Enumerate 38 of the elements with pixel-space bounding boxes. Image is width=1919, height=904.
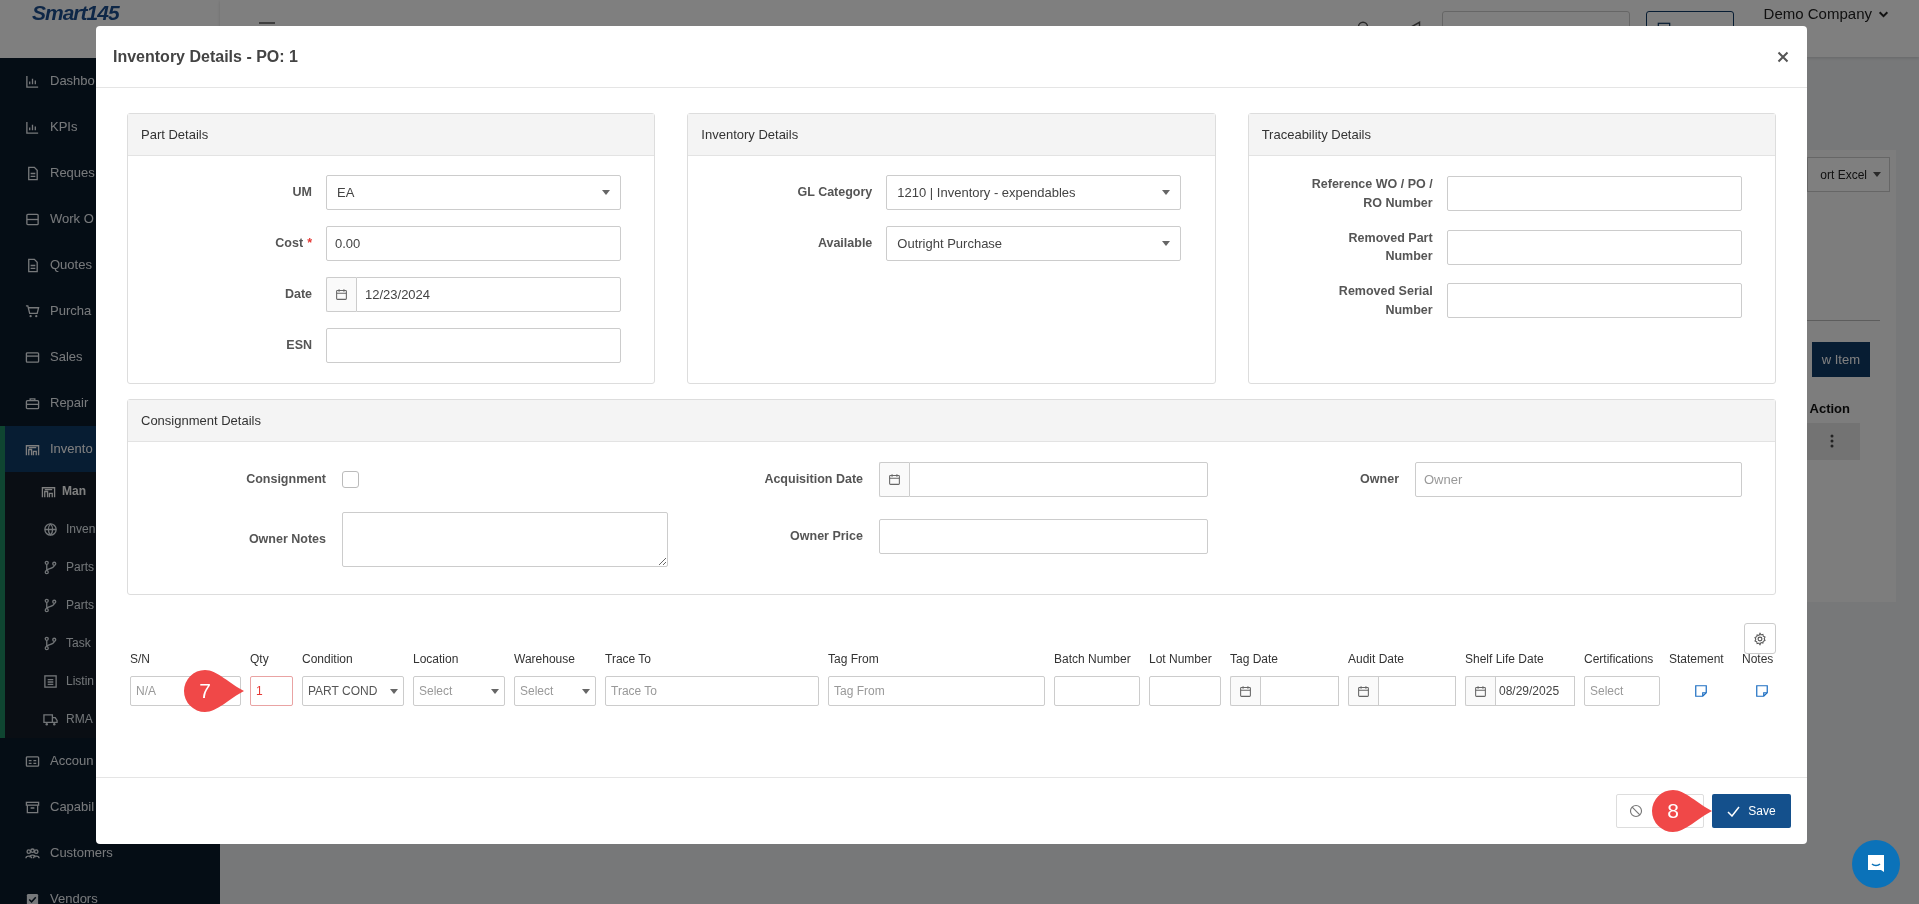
column-header: Audit Date xyxy=(1348,651,1406,668)
column-header: Warehouse xyxy=(514,651,576,668)
panel-header: Traceability Details xyxy=(1248,114,1775,156)
field-label: Reference WO / PO / RO Number xyxy=(1310,176,1433,212)
callout-badge: 8 xyxy=(1650,788,1714,834)
required-mark: * xyxy=(307,235,312,253)
panel-header: Part Details xyxy=(128,114,655,156)
field-label: Available xyxy=(817,235,873,253)
callout-badge: 7 xyxy=(182,668,246,714)
column-header: Notes xyxy=(1742,651,1775,668)
field-label: Consignment xyxy=(246,470,326,488)
panel-header: Inventory Details xyxy=(688,114,1215,156)
column-header: Shelf Life Date xyxy=(1465,651,1545,668)
column-header: Action xyxy=(1809,400,1850,418)
field-label: Removed Serial Number xyxy=(1337,283,1433,319)
field-label: Cost xyxy=(275,235,304,253)
column-header: Location xyxy=(413,651,460,668)
field-label: Owner Notes xyxy=(248,531,326,549)
field-label: Acquisition Date xyxy=(764,471,863,489)
field-label: Date xyxy=(284,286,312,304)
field-label: GL Category xyxy=(797,184,873,202)
field-label: ESN xyxy=(286,337,312,355)
column-header: Tag Date xyxy=(1230,651,1280,668)
field-label: Owner Price xyxy=(790,528,863,546)
column-header: Trace To xyxy=(605,651,653,668)
column-header: Certifications xyxy=(1584,651,1655,668)
panel-header: Consignment Details xyxy=(128,400,1775,442)
field-label: Removed Part Number xyxy=(1347,229,1433,266)
field-label: UM xyxy=(292,184,312,202)
field-label: Owner xyxy=(1360,471,1399,489)
column-header: Condition xyxy=(302,651,354,668)
modal-title: Inventory Details - PO: 1 xyxy=(113,46,298,67)
column-header: Tag From xyxy=(828,651,880,668)
column-header: S/N xyxy=(130,651,151,668)
column-header: Statement xyxy=(1669,651,1725,668)
column-header: Lot Number xyxy=(1149,651,1213,668)
column-header: Batch Number xyxy=(1054,651,1132,668)
column-header: Qty xyxy=(250,651,270,668)
